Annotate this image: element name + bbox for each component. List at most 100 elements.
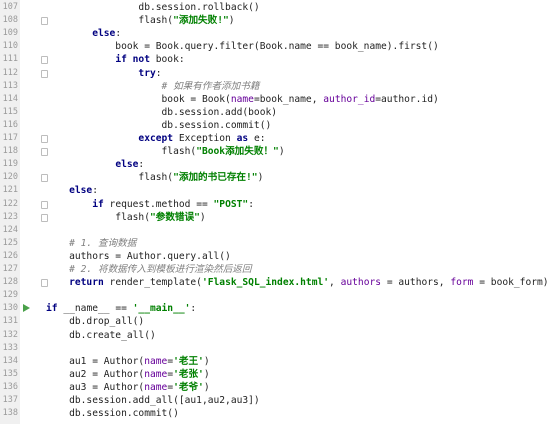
code-line[interactable]: 120 flash("添加的书已存在!"): [0, 171, 553, 184]
code-line[interactable]: 118 flash("Book添加失败！"): [0, 145, 553, 158]
code-line[interactable]: 135 au2 = Author(name='老张'): [0, 368, 553, 381]
code-token: book:: [149, 54, 185, 66]
code-token: db.session.add_all([au1,au2,au3]): [46, 395, 260, 406]
line-number: 127: [2, 264, 18, 274]
code-token: au2 = Author(: [46, 368, 145, 380]
code-text: # 1. 查询数据: [46, 237, 136, 250]
code-line[interactable]: 111 if not book:: [0, 53, 553, 66]
code-line[interactable]: 108 flash("添加失败!"): [0, 14, 553, 27]
code-line[interactable]: 113 # 如果有作者添加书籍: [0, 80, 553, 93]
line-number: 117: [2, 133, 18, 143]
code-token: else: [115, 159, 139, 171]
line-number: 114: [2, 93, 18, 104]
line-number: 111: [2, 54, 18, 65]
code-line[interactable]: 126 authors = Author.query.all(): [0, 250, 553, 263]
code-editor[interactable]: 107 db.session.rollback() 108 flash("添加失败…: [0, 0, 553, 424]
code-line[interactable]: 110 book = Book.query.filter(Book.name =…: [0, 40, 553, 53]
code-line[interactable]: 134 au1 = Author(name='老王'): [0, 355, 553, 368]
code-token: ): [257, 172, 264, 184]
line-number: 133: [2, 342, 18, 353]
code-token: "Book添加失败！": [196, 146, 279, 158]
code-token: if: [92, 198, 104, 210]
code-text: db.session.commit(): [46, 119, 272, 132]
code-line[interactable]: 117 except Exception as e:: [0, 132, 553, 145]
code-line[interactable]: 112 try:: [0, 67, 553, 80]
code-token: __name__ ==: [57, 303, 133, 315]
code-token: flash(: [46, 15, 174, 27]
code-token: name: [144, 355, 168, 367]
code-token: return: [69, 277, 104, 289]
code-token: :: [115, 28, 122, 40]
code-text: if not book:: [46, 53, 185, 66]
code-token: '老爷': [173, 381, 204, 393]
code-token: ,: [329, 277, 341, 289]
code-token: book = Book.query.filter(Book.name == bo…: [46, 41, 439, 53]
code-line[interactable]: 138 db.session.commit(): [0, 407, 553, 420]
line-number: 121: [2, 185, 18, 196]
code-line[interactable]: 109 else:: [0, 27, 553, 40]
line-number: 132: [2, 329, 18, 340]
code-line[interactable]: 123 flash("参数错误"): [0, 211, 553, 224]
line-number: 109: [2, 28, 18, 39]
line-number: 130: [2, 303, 18, 314]
code-line[interactable]: 107 db.session.rollback(): [0, 1, 553, 14]
code-token: e:: [248, 133, 266, 144]
code-token: # 1. 查询数据: [69, 237, 137, 249]
code-token: "参数错误": [149, 211, 200, 223]
code-token: db.session.commit(): [46, 119, 272, 131]
code-text: book = Book.query.filter(Book.name == bo…: [46, 40, 439, 53]
code-token: :: [92, 185, 98, 197]
code-token: db.drop_all(): [46, 316, 145, 328]
line-number: 115: [2, 106, 18, 117]
code-line[interactable]: 128 return render_template('Flask_SQL_in…: [0, 276, 553, 289]
run-gutter-icon[interactable]: [23, 304, 30, 313]
code-line[interactable]: 133: [0, 342, 553, 355]
code-line[interactable]: 114 book = Book(name=book_name, author_i…: [0, 93, 553, 106]
code-line[interactable]: 119 else:: [0, 158, 553, 171]
code-line[interactable]: 116 db.session.commit(): [0, 119, 553, 132]
code-line[interactable]: 125 # 1. 查询数据: [0, 237, 553, 250]
code-text: au3 = Author(name='老爷'): [46, 381, 210, 394]
code-token: ): [199, 211, 206, 223]
line-number: 120: [2, 172, 18, 183]
code-line[interactable]: 124: [0, 224, 553, 237]
code-token: name: [230, 93, 254, 105]
code-token: au1 = Author(: [46, 355, 145, 367]
code-token: :: [155, 67, 162, 79]
code-text: db.session.commit(): [46, 407, 179, 420]
code-line[interactable]: 130 if __name__ == '__main__':: [0, 302, 553, 315]
code-text: authors = Author.query.all(): [46, 250, 231, 263]
code-line[interactable]: 115 db.session.add(book): [0, 106, 553, 119]
code-text: else:: [46, 27, 121, 40]
line-number: 122: [2, 198, 18, 209]
code-line[interactable]: 122 if request.method == "POST":: [0, 198, 553, 211]
code-line[interactable]: 121 else:: [0, 184, 553, 197]
code-line[interactable]: 137 db.session.add_all([au1,au2,au3]): [0, 394, 553, 407]
code-token: :: [190, 303, 197, 315]
code-text: db.session.add_all([au1,au2,au3]): [46, 394, 260, 407]
code-line[interactable]: 132 db.create_all(): [0, 329, 553, 342]
code-text: db.create_all(): [46, 329, 156, 342]
code-token: if not: [115, 54, 150, 66]
code-line[interactable]: 129: [0, 289, 553, 302]
code-text: au1 = Author(name='老王'): [46, 355, 210, 368]
code-token: '老王': [173, 355, 204, 367]
code-token: request.method ==: [103, 198, 214, 210]
code-line[interactable]: 136 au3 = Author(name='老爷'): [0, 381, 553, 394]
code-token: flash(: [46, 172, 174, 184]
code-token: try: [138, 67, 156, 79]
line-number: 118: [2, 146, 18, 157]
code-text: db.session.rollback(): [46, 1, 259, 14]
code-token: =author.id): [375, 93, 439, 105]
code-token: except: [138, 133, 174, 144]
line-number: 126: [2, 250, 18, 261]
code-line[interactable]: 127 # 2. 将数据传入到模板进行渲染然后返回: [0, 263, 553, 276]
code-line[interactable]: 131 db.drop_all(): [0, 315, 553, 328]
code-token: db.session.add(book): [46, 106, 278, 118]
